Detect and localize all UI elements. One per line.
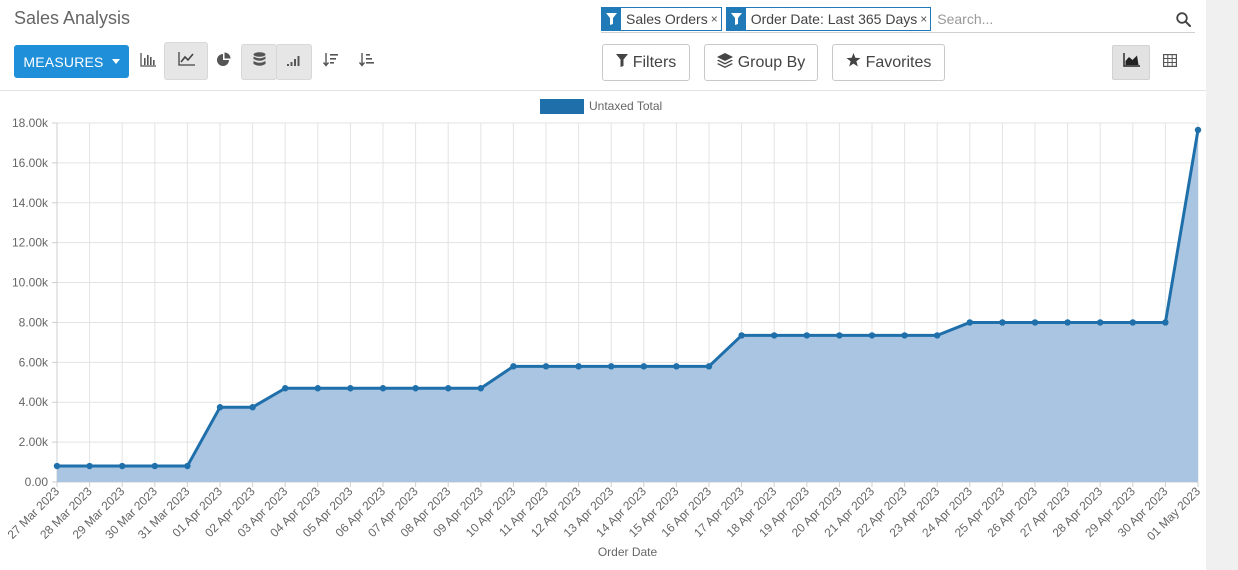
sort-ascending-icon [358,52,374,72]
pie-chart-button[interactable] [205,44,241,80]
layers-icon [716,52,733,73]
legend-label: Untaxed Total [589,99,662,113]
sort-descending-button[interactable] [312,44,348,80]
facet-value: Order Date: Last 365 Days [750,11,918,27]
star-icon [846,53,861,72]
data-point [673,363,680,370]
y-tick-label: 4.00k [19,395,49,409]
bar-chart-button[interactable] [130,44,166,80]
search-input[interactable] [935,8,1171,30]
data-point [249,404,256,411]
y-tick-label: 16.00k [12,156,49,170]
data-point [542,363,550,370]
y-tick-label: 2.00k [19,435,49,449]
y-tick-label: 14.00k [12,196,49,210]
data-point [445,385,452,392]
measures-label: MEASURES [23,53,104,70]
data-point [901,332,908,339]
y-tick-label: 6.00k [19,355,49,369]
area-chart: 0.00 2.00k 4.00k 6.00k 8.00k 10.00k 12.00k 14.0… [5,99,1203,559]
data-point [1031,319,1039,326]
favorites-label: Favorites [865,53,932,71]
data-point [868,332,876,339]
group-by-label: Group By [737,53,806,71]
cumulative-toggle-button[interactable] [276,44,312,80]
facet-order-date: Order Date: Last 365 Days × [725,7,932,31]
graph-view-button[interactable] [1112,45,1150,80]
filter-icon [602,8,621,30]
y-tick-label: 8.00k [19,315,49,329]
data-point [771,332,778,339]
facet-remove-icon[interactable]: × [920,12,930,26]
pivot-view-button[interactable] [1151,45,1189,80]
filters-button[interactable]: Filters [602,44,690,81]
data-point [608,363,615,370]
signal-bars-icon [286,53,302,71]
facet-sales-orders: Sales Orders × [601,7,722,31]
data-point [151,462,158,470]
data-point [314,385,321,392]
x-axis-title: Order Date [598,545,658,559]
favorites-button[interactable]: Favorites [832,44,945,81]
line-chart-button[interactable] [164,42,208,80]
data-point [510,363,517,370]
data-point [282,385,289,392]
data-point [999,319,1006,326]
data-point [575,363,582,370]
caret-down-icon [111,59,120,64]
data-point [412,385,419,392]
stacked-toggle-button[interactable] [241,44,277,80]
data-point [53,462,61,470]
page-title: Sales Analysis [14,8,131,28]
data-point [1129,319,1137,326]
database-icon [253,52,266,72]
data-point [966,319,973,326]
data-point [934,332,941,339]
facet-value: Sales Orders [626,11,708,27]
filter-icon [726,8,746,30]
sort-descending-icon [322,52,338,72]
data-point [738,332,745,339]
bar-chart-icon [140,52,156,72]
data-point [1064,319,1071,326]
y-tick-label: 0.00 [25,475,49,489]
page-edge [1206,0,1238,570]
data-point [1194,126,1202,134]
data-point [477,385,484,392]
line-chart-icon [177,51,195,71]
data-point [836,332,843,339]
pie-chart-icon [216,52,231,72]
filters-label: Filters [632,53,677,71]
data-point [379,385,387,392]
data-point [216,404,224,411]
filter-icon [615,53,628,72]
y-tick-label: 10.00k [12,276,49,290]
data-point [1162,319,1169,326]
y-tick-label: 12.00k [12,236,49,250]
data-point [705,363,713,370]
sort-ascending-button[interactable] [348,44,384,80]
measures-button[interactable]: MEASURES [14,45,129,78]
search-icon[interactable] [1171,8,1195,30]
series-area [57,129,1198,482]
table-icon [1163,53,1178,72]
data-point [184,462,191,470]
data-point [119,462,126,470]
search-bar: Sales Orders × Order Date: Last 365 Days… [601,6,1195,33]
group-by-button[interactable]: Group By [704,44,818,81]
y-tick-label: 18.00k [12,116,49,130]
area-chart-icon [1122,53,1140,72]
legend-swatch [540,99,584,114]
data-point [1097,319,1104,326]
data-point [640,363,647,370]
data-point [803,332,810,339]
facet-remove-icon[interactable]: × [711,12,721,26]
data-point [86,462,93,470]
data-point [347,385,354,392]
